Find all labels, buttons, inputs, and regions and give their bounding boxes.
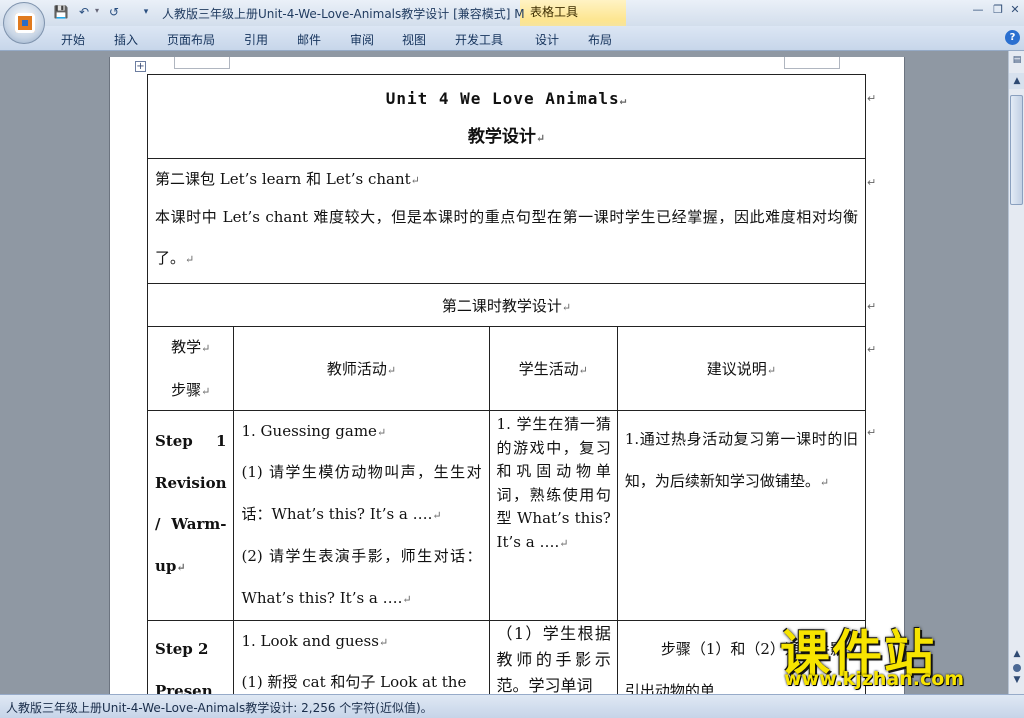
step-2-student: （1）学生根据教师的手影示范。学习单词	[496, 624, 611, 695]
margin-corner-mark	[174, 57, 230, 69]
tab-insert[interactable]: 插入	[114, 31, 138, 48]
lesson-table: Unit 4 We Love Animals↵ 教学设计↵ 第二课包 Let’s…	[146, 74, 867, 718]
step-1-teacher-line-2: (1) 请学生模仿动物叫声，生生对话：What’s this? It’s a ……	[241, 463, 482, 523]
step-2-teacher-line-1: 1. Look and guess	[241, 632, 379, 650]
table-tools-label: 表格工具	[530, 5, 579, 19]
header-notes-cell[interactable]: 建议说明↵	[616, 326, 867, 411]
doc-title: Unit 4 We Love Animals	[385, 89, 620, 108]
scroll-thumb[interactable]	[1010, 95, 1023, 205]
tab-review[interactable]: 审阅	[350, 31, 374, 48]
tab-view[interactable]: 视图	[402, 31, 426, 48]
window-title: 人教版三年级上册Unit-4-We-Love-Animals教学设计 [兼容模式…	[162, 7, 525, 21]
redo-icon[interactable]: ↺	[106, 4, 122, 20]
header-teacher-cell[interactable]: 教师活动↵	[233, 326, 490, 411]
end-of-row-mark: ↵	[867, 343, 877, 356]
end-of-row-mark: ↵	[867, 300, 877, 313]
help-icon[interactable]: ?	[1005, 30, 1020, 45]
header-teacher: 教师活动	[326, 360, 387, 378]
previous-page-icon[interactable]: ▲	[1009, 649, 1024, 663]
intro-line-1: 第二课包 Let’s learn 和 Let’s chant	[155, 170, 411, 188]
doc-subtitle: 教学设计	[467, 127, 536, 147]
tab-references[interactable]: 引用	[244, 31, 268, 48]
save-icon[interactable]: 💾	[53, 4, 69, 20]
step-1-cell[interactable]: Step 1 Revision / Warm-up↵	[146, 410, 235, 621]
close-icon[interactable]: ✕	[1007, 3, 1023, 17]
step-1-teacher-line-3: (2) 请学生表演手影，师生对话：What’s this? It’s a ….	[241, 547, 482, 607]
table-move-handle-icon[interactable]: +	[135, 61, 146, 72]
header-notes: 建议说明	[706, 360, 767, 378]
tab-layout[interactable]: 布局	[588, 31, 612, 48]
end-of-row-mark: ↵	[867, 92, 877, 105]
chevron-down-icon[interactable]: ▾	[138, 4, 154, 20]
next-page-icon[interactable]: ▼	[1009, 675, 1024, 689]
step-1-teacher-cell[interactable]: 1. Guessing game↵ (1) 请学生模仿动物叫声，生生对话：Wha…	[233, 410, 490, 621]
step-2-label: Step 2 Presen	[155, 640, 213, 700]
minimize-icon[interactable]: —	[970, 3, 986, 17]
restore-icon[interactable]: ❐	[990, 3, 1006, 17]
header-step-cell[interactable]: 教学↵ 步骤↵	[146, 326, 235, 411]
view-ruler-icon[interactable]: ▤	[1009, 55, 1024, 69]
step-1-teacher-line-1: 1. Guessing game	[241, 422, 377, 440]
undo-icon[interactable]: ↶	[76, 4, 92, 20]
tab-home[interactable]: 开始	[61, 31, 85, 48]
step-1-label: Step 1 Revision / Warm-up	[155, 432, 227, 575]
end-of-row-mark: ↵	[867, 426, 877, 439]
section-title-cell[interactable]: 第二课时教学设计↵	[147, 283, 866, 327]
office-logo-icon	[15, 13, 35, 33]
end-of-row-mark: ↵	[867, 176, 877, 189]
intro-line-2: 本课时中 Let’s chant 难度较大，但是本课时的重点句型在第一课时学生已…	[155, 208, 858, 267]
tab-page-layout[interactable]: 页面布局	[167, 31, 215, 48]
header-step-line2: 步骤	[171, 381, 202, 399]
section-title: 第二课时教学设计	[441, 297, 562, 315]
office-button[interactable]	[3, 2, 45, 44]
ribbon-tabs: 开始 插入 页面布局 引用 邮件 审阅 视图 开发工具 设计 布局	[0, 26, 1024, 51]
vertical-scrollbar[interactable]: ▤ ▲ ▲ ▼	[1008, 51, 1024, 694]
title-bar: 表格工具 💾 ↶ ▾ ↺ ▾ 人教版三年级上册Unit-4-We-Love-An…	[0, 0, 1024, 51]
watermark-url: www.kjzhan.com	[784, 668, 965, 690]
watermark: 课件站 www.kjzhan.com	[770, 614, 1010, 696]
tab-developer[interactable]: 开发工具	[455, 31, 503, 48]
browse-object-icon[interactable]	[1013, 664, 1021, 672]
status-text: 人教版三年级上册Unit-4-We-Love-Animals教学设计: 2,25…	[6, 701, 433, 715]
title-cell[interactable]: Unit 4 We Love Animals↵ 教学设计↵	[147, 74, 866, 159]
step-2-teacher-line-2: (1) 新授 cat 和句子 Look at the	[241, 673, 467, 691]
tab-mailings[interactable]: 邮件	[297, 31, 321, 48]
header-student: 学生活动	[518, 360, 579, 378]
step-1-student: 1. 学生在猜一猜的游戏中，复习和巩固动物单词，熟练使用句型 What’s th…	[496, 415, 611, 551]
header-student-cell[interactable]: 学生活动↵	[488, 326, 618, 411]
word-window: 表格工具 💾 ↶ ▾ ↺ ▾ 人教版三年级上册Unit-4-We-Love-An…	[0, 0, 1024, 718]
step-1-student-cell[interactable]: 1. 学生在猜一猜的游戏中，复习和巩固动物单词，熟练使用句型 What’s th…	[488, 410, 618, 621]
scroll-up-icon[interactable]: ▲	[1009, 73, 1024, 89]
intro-cell[interactable]: 第二课包 Let’s learn 和 Let’s chant↵ 本课时中 Let…	[147, 158, 866, 284]
undo-dropdown-icon[interactable]: ▾	[95, 6, 103, 16]
header-step-line1: 教学	[171, 338, 202, 356]
margin-corner-mark	[784, 57, 840, 69]
tab-design[interactable]: 设计	[535, 31, 559, 48]
status-bar: 人教版三年级上册Unit-4-We-Love-Animals教学设计: 2,25…	[0, 694, 1024, 718]
step-1-notes-cell[interactable]: 1.通过热身活动复习第一课时的旧知，为后续新知学习做铺垫。↵	[616, 410, 867, 621]
